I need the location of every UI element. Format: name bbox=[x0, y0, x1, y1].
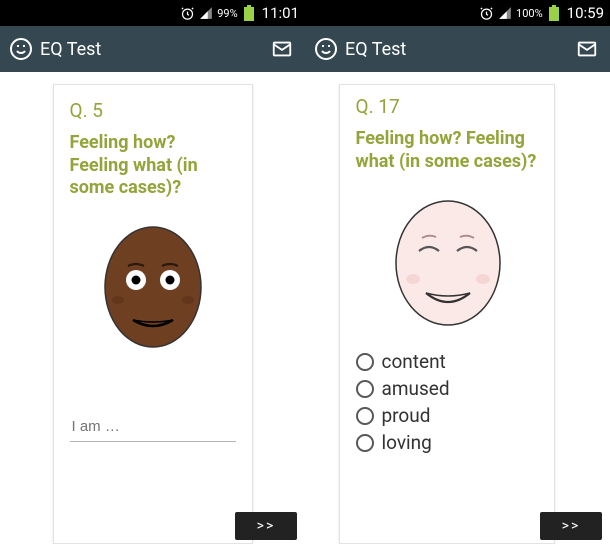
content-area: Q. 5 Feeling how? Feeling what (in some … bbox=[0, 72, 305, 544]
face-illustration bbox=[70, 222, 236, 352]
battery-percent: 99% bbox=[217, 7, 237, 20]
status-bar: 99% 11:01 bbox=[0, 0, 305, 26]
question-text: Feeling how? Feeling what (in some cases… bbox=[70, 132, 236, 200]
radio-icon bbox=[356, 380, 374, 398]
option-amused[interactable]: amused bbox=[356, 375, 540, 402]
options-list: content amused proud loving bbox=[356, 348, 540, 456]
option-proud[interactable]: proud bbox=[356, 402, 540, 429]
question-card: Q. 17 Feeling how? Feeling what (in some… bbox=[339, 84, 555, 544]
battery-percent: 100% bbox=[516, 7, 543, 20]
mail-icon[interactable] bbox=[574, 36, 600, 62]
status-bar: 100% 10:59 bbox=[305, 0, 610, 26]
signal-icon bbox=[498, 6, 512, 20]
option-content[interactable]: content bbox=[356, 348, 540, 375]
next-button[interactable]: >> bbox=[235, 512, 297, 540]
status-time: 10:59 bbox=[567, 4, 604, 22]
app-title: EQ Test bbox=[345, 39, 574, 60]
option-label: loving bbox=[382, 431, 432, 454]
battery-icon bbox=[244, 5, 254, 21]
status-time: 11:01 bbox=[262, 4, 299, 22]
face-illustration bbox=[356, 195, 540, 330]
battery-icon bbox=[549, 5, 559, 21]
radio-icon bbox=[356, 434, 374, 452]
answer-input[interactable] bbox=[70, 412, 236, 442]
next-button[interactable]: >> bbox=[540, 512, 602, 540]
question-number: Q. 5 bbox=[70, 99, 236, 122]
app-bar: EQ Test bbox=[0, 26, 305, 72]
option-label: proud bbox=[382, 404, 431, 427]
mail-icon[interactable] bbox=[269, 36, 295, 62]
alarm-icon bbox=[180, 6, 195, 21]
app-bar: EQ Test bbox=[305, 26, 610, 72]
content-area: Q. 17 Feeling how? Feeling what (in some… bbox=[305, 72, 610, 544]
question-number: Q. 17 bbox=[356, 95, 540, 118]
app-logo-icon bbox=[8, 36, 34, 62]
question-text: Feeling how? Feeling what (in some cases… bbox=[356, 128, 540, 173]
phone-right: 100% 10:59 EQ Test Q. 17 Feeling how? Fe… bbox=[305, 0, 610, 544]
alarm-icon bbox=[479, 6, 494, 21]
option-label: content bbox=[382, 350, 446, 373]
radio-icon bbox=[356, 407, 374, 425]
option-loving[interactable]: loving bbox=[356, 429, 540, 456]
question-card: Q. 5 Feeling how? Feeling what (in some … bbox=[53, 84, 253, 544]
signal-icon bbox=[199, 6, 213, 20]
app-logo-icon bbox=[313, 36, 339, 62]
app-title: EQ Test bbox=[40, 39, 269, 60]
phone-left: 99% 11:01 EQ Test Q. 5 Feeling how? Feel… bbox=[0, 0, 305, 544]
option-label: amused bbox=[382, 377, 450, 400]
radio-icon bbox=[356, 353, 374, 371]
